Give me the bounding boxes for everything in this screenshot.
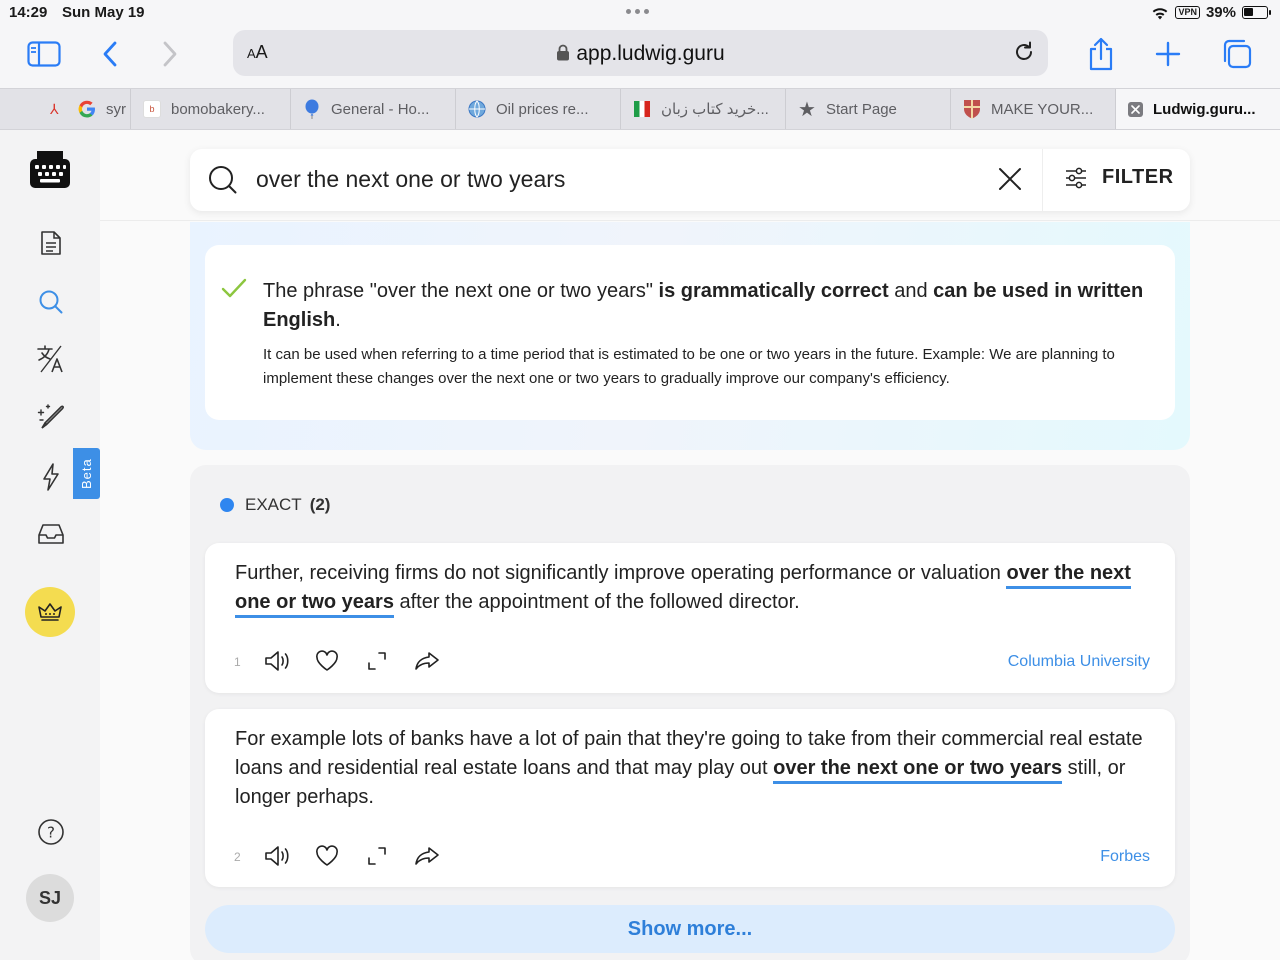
address-bar[interactable]: AA app.ludwig.guru — [233, 30, 1048, 76]
url-display: app.ludwig.guru — [233, 42, 1048, 66]
tab-label: bomobakery... — [171, 100, 265, 118]
vpn-badge: VPN — [1175, 6, 1200, 19]
tab-label: General - Ho... — [331, 100, 430, 118]
globe-icon — [468, 100, 486, 118]
verdict-description: It can be used when referring to a time … — [263, 346, 1115, 387]
google-icon — [78, 100, 96, 118]
result-sentence: For example lots of banks have a lot of … — [235, 728, 1143, 808]
translate-icon[interactable] — [34, 342, 68, 376]
flag-icon — [633, 100, 651, 118]
tab-6[interactable]: ★ Start Page — [786, 89, 951, 129]
main-content: The phrase "over the next one or two yea… — [100, 130, 1280, 960]
close-tab-icon[interactable] — [1128, 101, 1143, 117]
expand-icon[interactable] — [363, 647, 391, 675]
document-icon[interactable] — [34, 226, 68, 260]
tab-strip: ⅄ syr b bomobakery... General - Ho... Oi… — [0, 88, 1280, 130]
battery-icon — [1242, 6, 1271, 19]
status-time: 14:29 — [9, 4, 48, 21]
search-icon — [208, 165, 238, 200]
filter-button[interactable]: FILTER — [1064, 166, 1174, 189]
wifi-icon — [1153, 7, 1168, 19]
pdf-icon: ⅄ — [50, 100, 59, 117]
exact-heading: EXACT (2) — [220, 495, 330, 515]
speaker-icon[interactable] — [263, 647, 291, 675]
share-icon[interactable] — [1079, 34, 1123, 74]
tab-4[interactable]: Oil prices re... — [456, 89, 621, 129]
share-result-icon[interactable] — [413, 842, 441, 870]
back-icon[interactable] — [88, 34, 132, 74]
beta-badge: Beta — [73, 448, 100, 499]
show-more-button[interactable]: Show more... — [205, 905, 1175, 953]
tab-label: Start Page — [826, 100, 897, 118]
search-nav-icon[interactable] — [34, 285, 68, 319]
tab-label: Ludwig.guru... — [1153, 100, 1256, 118]
tab-label: syr — [106, 100, 126, 118]
new-tab-icon[interactable] — [1146, 34, 1190, 74]
result-source-link[interactable]: Columbia University — [1008, 653, 1150, 671]
result-number: 2 — [234, 850, 241, 864]
browser-toolbar: AA app.ludwig.guru — [0, 26, 1280, 88]
check-icon — [221, 277, 247, 304]
premium-crown-button[interactable] — [25, 587, 75, 637]
status-bar: 14:29 Sun May 19 VPN 39% — [0, 0, 1280, 26]
result-card: Further, receiving firms do not signific… — [205, 543, 1175, 693]
result-sentence: Further, receiving firms do not signific… — [235, 559, 1150, 618]
exact-results-panel: EXACT (2) Further, receiving firms do no… — [190, 465, 1190, 960]
avatar[interactable]: SJ — [26, 874, 74, 922]
app-sidebar: Beta ? SJ — [0, 130, 100, 960]
svg-text:?: ? — [47, 824, 55, 842]
expand-icon[interactable] — [363, 842, 391, 870]
lock-icon — [557, 44, 570, 61]
share-result-icon[interactable] — [413, 647, 441, 675]
tab-label: MAKE YOUR... — [991, 100, 1094, 118]
heart-icon[interactable] — [313, 842, 341, 870]
tab-5[interactable]: خرید کتاب زبان... — [621, 89, 786, 129]
verdict-section: The phrase "over the next one or two yea… — [190, 222, 1190, 450]
multitasking-dots[interactable] — [626, 9, 649, 14]
battery-percent: 39% — [1205, 4, 1236, 21]
star-icon: ★ — [798, 98, 816, 121]
status-date: Sun May 19 — [62, 4, 145, 21]
tab-7[interactable]: MAKE YOUR... — [951, 89, 1116, 129]
verdict-headline: The phrase "over the next one or two yea… — [263, 280, 1144, 331]
lightning-icon[interactable] — [34, 460, 68, 494]
reload-icon[interactable] — [1012, 40, 1036, 69]
shield-icon — [963, 100, 981, 119]
magic-pen-icon[interactable] — [34, 400, 68, 434]
forward-icon[interactable] — [148, 34, 192, 74]
inbox-icon[interactable] — [34, 517, 68, 551]
sliders-icon — [1066, 167, 1086, 188]
search-input[interactable]: over the next one or two years — [256, 166, 565, 193]
result-card: For example lots of banks have a lot of … — [205, 709, 1175, 887]
ludwig-logo-icon[interactable] — [29, 148, 71, 190]
result-actions — [263, 647, 441, 675]
help-icon[interactable]: ? — [34, 815, 68, 849]
search-bar: over the next one or two years FILTER — [190, 149, 1190, 211]
tab-overview-icon[interactable] — [1215, 34, 1259, 74]
tab-label: Oil prices re... — [496, 100, 589, 118]
tab-2[interactable]: b bomobakery... — [131, 89, 291, 129]
balloon-icon — [303, 99, 321, 119]
crown-icon — [38, 603, 62, 621]
tab-3[interactable]: General - Ho... — [291, 89, 456, 129]
tab-1[interactable]: ⅄ syr — [0, 89, 131, 129]
result-number: 1 — [234, 655, 241, 669]
exact-count: (2) — [309, 495, 331, 514]
verdict-card: The phrase "over the next one or two yea… — [205, 245, 1175, 420]
page-icon: b — [143, 100, 161, 118]
status-right: VPN 39% — [1151, 4, 1271, 21]
clear-search-icon[interactable] — [998, 167, 1022, 196]
result-source-link[interactable]: Forbes — [1100, 848, 1150, 866]
result-actions — [263, 842, 441, 870]
url-text: app.ludwig.guru — [576, 42, 725, 65]
sidebar-toggle-icon[interactable] — [22, 34, 66, 74]
tab-label: خرید کتاب زبان... — [661, 101, 769, 118]
tab-8-active[interactable]: Ludwig.guru... — [1116, 89, 1280, 129]
speaker-icon[interactable] — [263, 842, 291, 870]
filter-label: FILTER — [1102, 166, 1174, 188]
exact-dot-icon — [220, 498, 234, 512]
heart-icon[interactable] — [313, 647, 341, 675]
